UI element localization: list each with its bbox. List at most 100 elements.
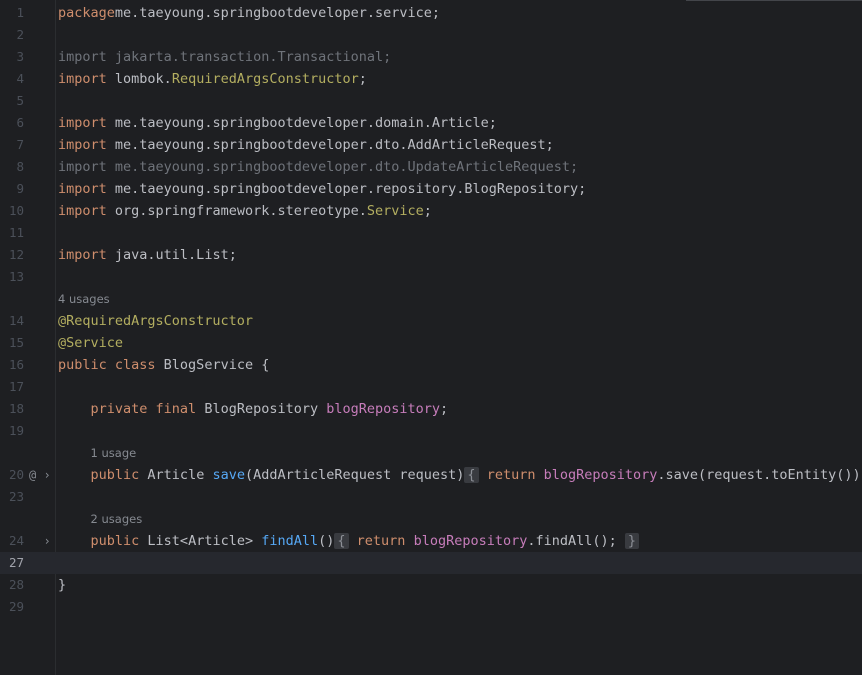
- code-text[interactable]: import jakarta.transaction.Transactional…: [58, 46, 391, 68]
- field-token: blogRepository: [326, 401, 441, 417]
- line-number[interactable]: 7: [0, 134, 24, 156]
- code-line[interactable]: 15 @Service: [0, 332, 862, 354]
- folded-region[interactable]: {: [464, 467, 479, 483]
- code-line[interactable]: 11: [0, 222, 862, 244]
- line-number[interactable]: 4: [0, 68, 24, 90]
- override-and-fold-icon[interactable]: @ ›: [29, 464, 51, 486]
- code-line[interactable]: 13: [0, 266, 862, 288]
- code-line[interactable]: 8 import me.taeyoung.springbootdeveloper.…: [0, 156, 862, 178]
- line-number[interactable]: 13: [0, 266, 24, 288]
- code-line[interactable]: 29: [0, 596, 862, 618]
- code-line[interactable]: 6 import me.taeyoung.springbootdeveloper.…: [0, 112, 862, 134]
- code-text[interactable]: 1 usage: [58, 442, 137, 464]
- code-text[interactable]: public Article save(AddArticleRequest re…: [58, 464, 862, 486]
- code-text[interactable]: public List<Article> findAll(){ return b…: [58, 530, 640, 552]
- line-number[interactable]: 1: [0, 2, 24, 24]
- keyword-token: import: [58, 137, 107, 153]
- code-line[interactable]: 1 usage: [0, 442, 862, 464]
- code-text[interactable]: @RequiredArgsConstructor: [58, 310, 253, 332]
- code-line[interactable]: 14 @RequiredArgsConstructor: [0, 310, 862, 332]
- code-line[interactable]: 3 import jakarta.transaction.Transactiona…: [0, 46, 862, 68]
- keyword-token: import: [58, 181, 107, 197]
- code-text[interactable]: import me.taeyoung.springbootdeveloper.d…: [58, 112, 497, 134]
- line-number[interactable]: 9: [0, 178, 24, 200]
- code-line[interactable]: 2: [0, 24, 862, 46]
- code-line[interactable]: 18 private final BlogRepository blogRepo…: [0, 398, 862, 420]
- code-text[interactable]: private final BlogRepository blogReposit…: [58, 398, 449, 420]
- usages-hint[interactable]: 4 usages: [58, 292, 110, 306]
- code-line[interactable]: 28}: [0, 574, 862, 596]
- code-line[interactable]: 4 import lombok.RequiredArgsConstructor;: [0, 68, 862, 90]
- code-line[interactable]: 23: [0, 486, 862, 508]
- code-line[interactable]: 12 import java.util.List;: [0, 244, 862, 266]
- code-line[interactable]: 20 @ › public Article save(AddArticleRequ…: [0, 464, 862, 486]
- override-and-fold-icon[interactable]: ›: [29, 530, 50, 552]
- code-line[interactable]: 1 packageme.taeyoung.springbootdeveloper.…: [0, 2, 862, 24]
- line-number[interactable]: 3: [0, 46, 24, 68]
- code-text[interactable]: public class BlogService {: [58, 354, 269, 376]
- line-number[interactable]: 14: [0, 310, 24, 332]
- code-line[interactable]: 17: [0, 376, 862, 398]
- code-line[interactable]: 9 import me.taeyoung.springbootdeveloper.…: [0, 178, 862, 200]
- code-text[interactable]: import lombok.RequiredArgsConstructor;: [58, 68, 367, 90]
- line-number[interactable]: 8: [0, 156, 24, 178]
- code-line[interactable]: 10 import org.springframework.stereotype.…: [0, 200, 862, 222]
- code-text[interactable]: import java.util.List;: [58, 244, 237, 266]
- tab-strip-edge: [686, 0, 862, 1]
- code-token: .save(request.toEntity());: [657, 467, 862, 483]
- code-text[interactable]: 2 usages: [58, 508, 143, 530]
- code-token: .findAll();: [527, 533, 625, 549]
- code-line[interactable]: 19: [0, 420, 862, 442]
- keyword-token: import: [58, 247, 107, 263]
- line-number[interactable]: 27: [0, 552, 24, 574]
- code-token: ;: [440, 401, 449, 417]
- keyword-token: return: [348, 533, 406, 549]
- code-line[interactable]: 5: [0, 90, 862, 112]
- code-text[interactable]: @Service: [58, 332, 123, 354]
- line-number[interactable]: 17: [0, 376, 24, 398]
- line-number[interactable]: 28: [0, 574, 24, 596]
- code-lines[interactable]: 1 packageme.taeyoung.springbootdeveloper.…: [0, 2, 862, 618]
- keyword-token: public class: [58, 357, 156, 373]
- code-text[interactable]: import org.springframework.stereotype.Se…: [58, 200, 432, 222]
- code-token: me.taeyoung.springbootdeveloper.dto.AddA…: [106, 137, 554, 153]
- method-name-token: findAll: [261, 533, 319, 549]
- annotation-token: RequiredArgsConstructor: [171, 71, 359, 87]
- code-token: import me.taeyoung.springbootdeveloper.d…: [58, 159, 579, 175]
- line-number[interactable]: 6: [0, 112, 24, 134]
- folded-region[interactable]: }: [624, 533, 640, 549]
- code-text[interactable]: }: [58, 574, 66, 596]
- code-line[interactable]: 7 import me.taeyoung.springbootdeveloper.…: [0, 134, 862, 156]
- line-number[interactable]: 24: [0, 530, 24, 552]
- line-number[interactable]: 23: [0, 486, 24, 508]
- line-number[interactable]: 5: [0, 90, 24, 112]
- usages-hint[interactable]: 2 usages: [91, 512, 143, 526]
- line-number[interactable]: 12: [0, 244, 24, 266]
- line-number[interactable]: 10: [0, 200, 24, 222]
- code-line[interactable]: 24 › public List<Article> findAll(){ ret…: [0, 530, 862, 552]
- code-line[interactable]: 4 usages: [0, 288, 862, 310]
- line-number[interactable]: 11: [0, 222, 24, 244]
- code-text[interactable]: import me.taeyoung.springbootdeveloper.d…: [58, 134, 554, 156]
- line-number[interactable]: 18: [0, 398, 24, 420]
- code-text[interactable]: 4 usages: [58, 288, 110, 310]
- line-number[interactable]: 20: [0, 464, 24, 486]
- line-number[interactable]: 2: [0, 24, 24, 46]
- code-text[interactable]: import me.taeyoung.springbootdeveloper.r…: [58, 178, 586, 200]
- line-number[interactable]: 15: [0, 332, 24, 354]
- code-token: me.taeyoung.springbootdeveloper.domain.A…: [106, 115, 497, 131]
- code-token: org.springframework.stereotype.: [106, 203, 367, 219]
- line-number[interactable]: 29: [0, 596, 24, 618]
- code-text[interactable]: import me.taeyoung.springbootdeveloper.d…: [58, 156, 578, 178]
- line-number[interactable]: 16: [0, 354, 24, 376]
- code-line-current[interactable]: 27: [0, 552, 862, 574]
- code-editor[interactable]: 1 packageme.taeyoung.springbootdeveloper.…: [0, 0, 862, 675]
- code-line[interactable]: 16 public class BlogService {: [0, 354, 862, 376]
- folded-region[interactable]: {: [334, 533, 349, 549]
- line-number[interactable]: 19: [0, 420, 24, 442]
- code-text[interactable]: packageme.taeyoung.springbootdeveloper.s…: [58, 2, 440, 24]
- keyword-token: private final: [90, 401, 197, 417]
- code-line[interactable]: 2 usages: [0, 508, 862, 530]
- code-token: List<Article>: [139, 533, 262, 549]
- usages-hint[interactable]: 1 usage: [91, 446, 137, 460]
